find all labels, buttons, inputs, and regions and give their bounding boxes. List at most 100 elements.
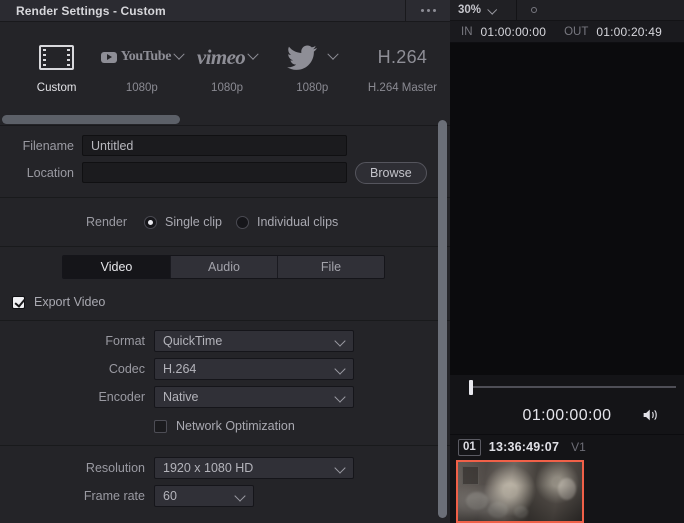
chevron-down-icon [334,391,346,403]
location-row: Location Browse [0,159,450,186]
render-preset-strip: Custom YouTube 1080p vimeo 1080p 1080p H… [0,22,450,112]
tab-audio[interactable]: Audio [170,256,277,278]
youtube-wordmark: YouTube [120,49,172,64]
in-timecode[interactable]: 01:00:00:00 [481,25,547,39]
chevron-down-icon[interactable] [247,48,259,60]
in-out-bar: IN 01:00:00:00 OUT 01:00:20:49 [450,21,684,43]
divider-4 [0,445,450,446]
format-label: Format [105,334,145,348]
render-mode-row: Render Single clip Individual clips [0,198,450,246]
render-settings-panel: Render Settings - Custom Custom YouTube [0,0,450,523]
clip-thumbnail[interactable] [456,460,584,523]
frame-rate-row: Frame rate 60 [0,482,450,510]
window-title: Render Settings - Custom [16,3,166,18]
codec-select[interactable]: H.264 [154,358,354,380]
chevron-down-icon[interactable] [327,48,339,60]
frame-rate-label: Frame rate [83,489,145,503]
preset-twitter-label: 1080p [296,82,329,94]
clip-number: 01 [458,438,481,456]
preset-h264-master-label: H.264 Master [367,82,437,94]
export-video-row: Export Video [0,287,450,317]
viewer-panel: 30% IN 01:00:00:00 OUT 01:00:20:49 01:00… [450,0,684,523]
clip-track-label: V1 [571,440,586,454]
youtube-icon [100,51,117,63]
resolution-select[interactable]: 1920 x 1080 HD [154,457,354,479]
preset-vimeo[interactable]: vimeo 1080p [184,22,269,112]
film-strip-icon [39,38,75,76]
zoom-level-value: 30% [458,4,482,16]
filename-row: Filename Untitled [0,132,450,159]
preset-twitter[interactable]: 1080p [270,22,355,112]
radio-individual-clips-label: Individual clips [256,215,339,229]
form-scrollbar-thumb[interactable] [438,120,447,518]
filename-input[interactable]: Untitled [82,135,347,156]
codec-row: Codec H.264 [0,355,450,383]
encoder-label: Encoder [98,390,145,404]
clip-duration: 13:36:49:07 [488,440,560,454]
location-input[interactable] [82,162,347,183]
network-optimization-checkbox[interactable] [154,419,167,433]
preset-vimeo-label: 1080p [211,82,244,94]
scrubber-track[interactable] [472,386,676,388]
encoder-value: Native [163,390,199,404]
chevron-down-icon [334,363,346,375]
radio-individual-clips[interactable] [235,215,249,229]
render-settings-window: Render Settings - Custom Custom YouTube [0,0,684,523]
scrubber[interactable] [450,375,684,397]
preset-scrollbar-thumb[interactable] [2,115,180,124]
chevron-down-icon [487,4,498,15]
export-video-checkbox[interactable] [12,295,25,309]
h264-text-icon: H.264 [377,46,428,67]
network-optimization-label: Network Optimization [176,419,295,433]
radio-single-clip[interactable] [144,215,157,229]
window-titlebar: Render Settings - Custom [0,0,450,22]
frame-rate-select[interactable]: 60 [154,485,254,507]
form-scrollbar[interactable] [438,120,447,518]
render-label: Render [86,215,127,229]
chevron-down-icon [334,335,346,347]
speaker-icon[interactable] [642,407,660,423]
network-optimization-row: Network Optimization [0,411,450,441]
out-timecode[interactable]: 01:00:20:49 [596,25,662,39]
export-video-label: Export Video [34,295,106,309]
filename-label: Filename [22,138,74,153]
viewer-toolbar: 30% [450,0,684,21]
codec-label: Codec [108,362,145,376]
render-settings-form: Filename Untitled Location Browse Render… [0,127,450,523]
format-select[interactable]: QuickTime [154,330,354,352]
preset-scrollbar[interactable] [0,112,450,126]
playhead-handle[interactable] [469,380,473,395]
clip-header: 01 13:36:49:07 V1 [450,436,684,458]
radio-single-clip-label: Single clip [165,215,222,229]
resolution-row: Resolution 1920 x 1080 HD [0,454,450,482]
render-tabs-row: Video Audio File [0,247,450,287]
tab-file[interactable]: File [277,256,384,278]
format-value: QuickTime [163,334,223,348]
preset-custom-label: Custom [36,82,77,94]
vimeo-icon: vimeo [196,44,246,69]
preset-h264-master[interactable]: H.264 H.264 Master [355,22,450,112]
timecode-row: 01:00:00:00 [450,397,684,435]
resolution-value: 1920 x 1080 HD [163,461,254,475]
frame-rate-value: 60 [163,489,177,503]
in-label: IN [461,25,473,38]
out-label: OUT [564,25,589,38]
tab-video[interactable]: Video [63,256,170,278]
twitter-bird-icon [287,45,318,70]
preset-youtube[interactable]: YouTube 1080p [99,22,185,112]
more-options-icon[interactable] [405,0,450,21]
thumbnail-vignette [458,462,582,521]
preset-custom[interactable]: Custom [14,22,99,112]
render-tabs: Video Audio File [62,255,385,279]
resolution-label: Resolution [85,461,145,475]
browse-button[interactable]: Browse [355,161,427,184]
preset-youtube-label: 1080p [125,82,158,94]
chevron-down-icon[interactable] [173,48,185,60]
divider-3 [0,320,450,321]
chevron-down-icon [234,490,246,502]
viewer-canvas[interactable] [450,43,684,375]
zoom-level-select[interactable]: 30% [450,0,517,21]
location-label: Location [26,165,74,180]
encoder-select[interactable]: Native [154,386,354,408]
circle-icon[interactable] [531,7,537,13]
